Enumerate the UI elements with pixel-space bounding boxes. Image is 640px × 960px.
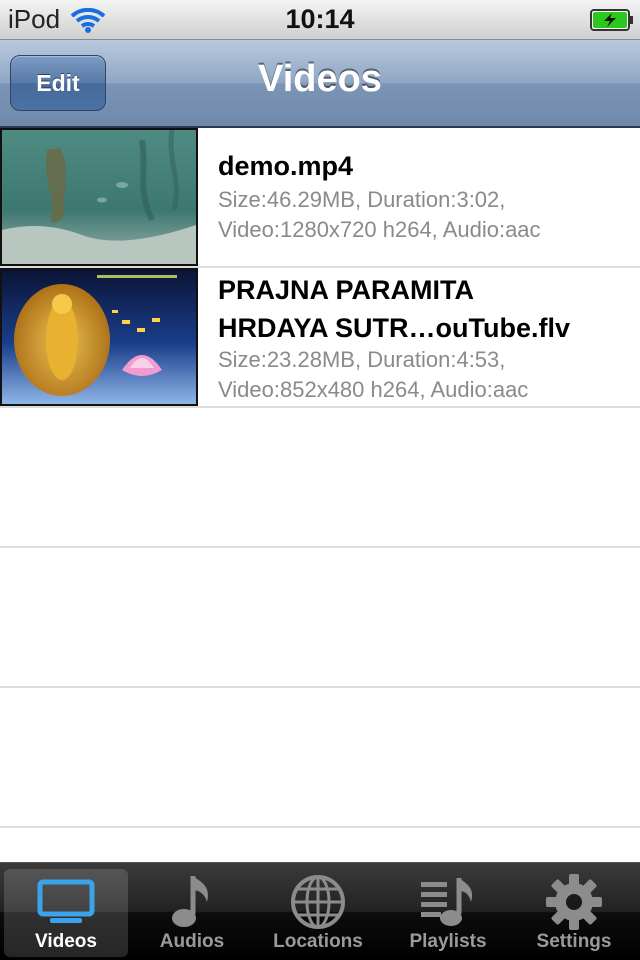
video-detail-size-duration: Size:46.29MB, Duration:3:02, [218, 187, 506, 212]
tab-label: Playlists [409, 931, 487, 952]
video-row[interactable]: PRAJNA PARAMITA HRDAYA SUTR…ouTube.flv S… [0, 268, 640, 408]
video-list: demo.mp4 Size:46.29MB, Duration:3:02, Vi… [0, 128, 640, 862]
tab-bar: Videos Audios Locations Playlists Settin… [0, 862, 640, 960]
tab-label: Audios [159, 931, 225, 952]
video-title: demo.mp4 [218, 151, 354, 181]
video-title-line1: PRAJNA PARAMITA [218, 275, 474, 305]
tab-settings[interactable]: Settings [512, 869, 636, 957]
playlist-icon [386, 871, 510, 933]
video-detail-size-duration: Size:23.28MB, Duration:4:53, [218, 347, 506, 372]
video-thumbnail [0, 128, 198, 266]
globe-icon [256, 871, 380, 933]
edit-button[interactable]: Edit [10, 55, 106, 111]
empty-row [0, 408, 640, 548]
empty-row [0, 688, 640, 828]
music-note-icon [130, 871, 254, 933]
video-detail-codec: Video:852x480 h264, Audio:aac [218, 377, 529, 402]
tab-playlists[interactable]: Playlists [386, 869, 510, 957]
gear-icon [512, 871, 636, 933]
empty-row [0, 548, 640, 688]
status-bar: iPod 10:14 [0, 0, 640, 40]
video-row[interactable]: demo.mp4 Size:46.29MB, Duration:3:02, Vi… [0, 128, 640, 268]
video-thumbnail [0, 268, 198, 406]
carrier-label: iPod [8, 4, 61, 34]
tab-audios[interactable]: Audios [130, 869, 254, 957]
wifi-icon [70, 7, 106, 33]
tab-label: Videos [35, 931, 97, 952]
tab-label: Settings [536, 931, 612, 952]
video-detail-codec: Video:1280x720 h264, Audio:aac [218, 217, 541, 242]
battery-icon [590, 9, 633, 31]
tab-locations[interactable]: Locations [256, 869, 380, 957]
tab-label: Locations [273, 931, 363, 952]
tab-videos[interactable]: Videos [4, 869, 128, 957]
monitor-icon [4, 871, 128, 933]
navigation-bar: Edit Videos [0, 40, 640, 128]
video-title-line2: HRDAYA SUTR…ouTube.flv [218, 313, 571, 343]
